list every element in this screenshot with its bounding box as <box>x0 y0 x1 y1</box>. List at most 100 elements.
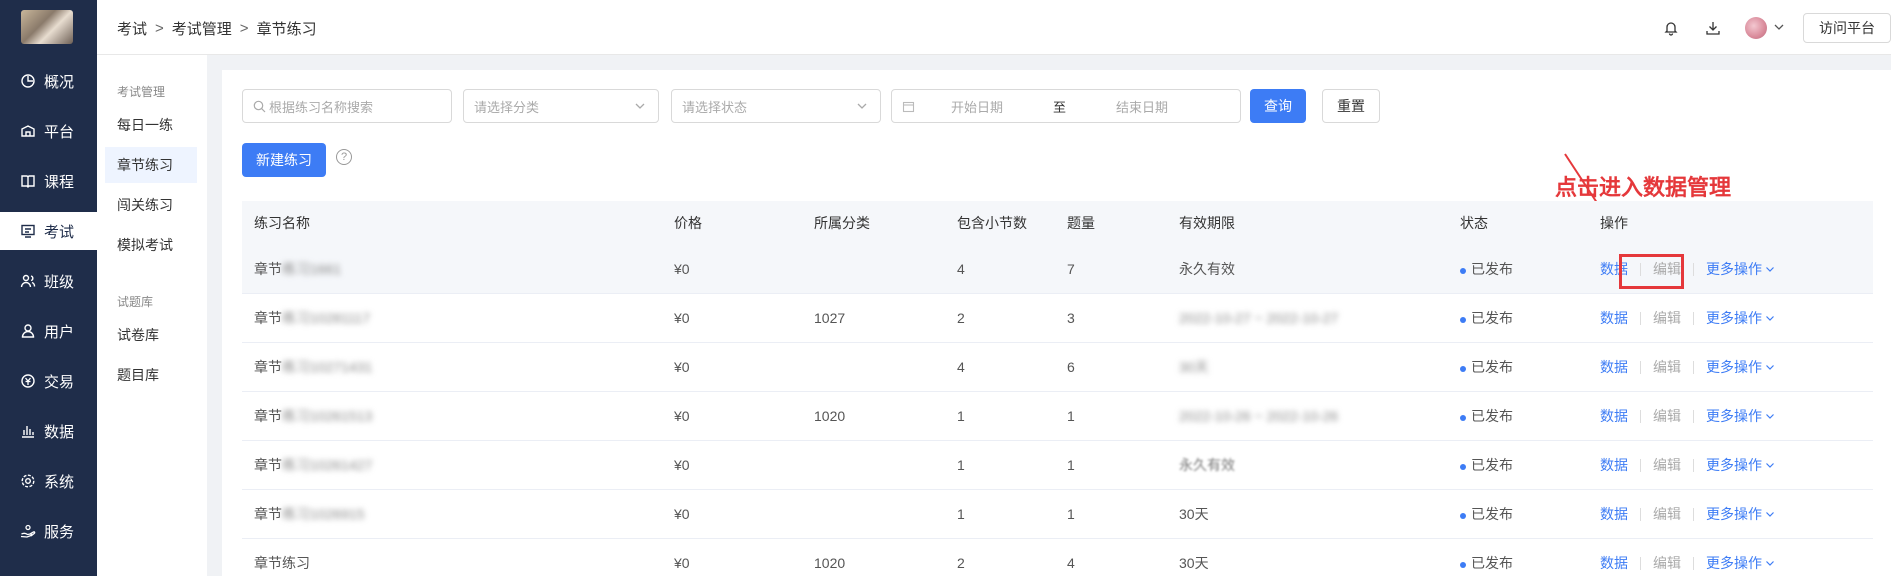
nav-item-label: 用户 <box>44 323 75 341</box>
price-cell: ¥0 <box>674 359 690 375</box>
more-actions-link[interactable]: 更多操作 <box>1706 406 1762 426</box>
practice-name-cell: 章节练习10281117 <box>254 308 370 328</box>
divider <box>1693 507 1694 521</box>
table-row[interactable]: 章节练习10261513 ¥0 1020 1 1 2022-10-26 ~ 2022-10… <box>242 392 1873 441</box>
sections-cell: 2 <box>957 310 965 326</box>
practice-name-blurred: 练习10281117 <box>282 310 371 326</box>
practice-name-cell: 章节练习1026915 <box>254 504 365 524</box>
table-row[interactable]: 章节练习10281117 ¥0 1027 2 3 2022-10-27 ~ 2022-10… <box>242 294 1873 343</box>
subnav-item-paper-bank[interactable]: 试卷库 <box>105 317 197 353</box>
column-header: 包含小节数 <box>957 215 1027 231</box>
nav-item-platform[interactable]: 平台 <box>0 112 97 150</box>
nav-item-service[interactable]: 服务 <box>0 512 97 550</box>
column-header: 所属分类 <box>814 215 870 231</box>
visit-platform-button[interactable]: 访问平台 <box>1803 12 1891 43</box>
more-actions-link[interactable]: 更多操作 <box>1706 504 1762 524</box>
table-row[interactable]: 章节练习1026915 ¥0 1 1 30天 已发布 数据 编辑 更多操作 <box>242 490 1873 539</box>
practice-name: 章节 <box>254 457 282 473</box>
status-badge: 已发布 <box>1460 455 1513 475</box>
row-actions: 数据 编辑 更多操作 <box>1600 455 1775 475</box>
divider <box>1640 311 1641 325</box>
nav-item-exam[interactable]: 考试 <box>0 212 97 250</box>
practice-name-blurred: 练习10261427 <box>282 457 373 473</box>
price-cell: ¥0 <box>674 506 690 522</box>
column-header: 有效期限 <box>1179 215 1235 231</box>
status-label: 已发布 <box>1471 359 1513 375</box>
data-link[interactable]: 数据 <box>1600 455 1628 475</box>
data-link[interactable]: 数据 <box>1600 406 1628 426</box>
bell-icon[interactable] <box>1661 18 1681 38</box>
question-count-cell: 1 <box>1067 457 1075 473</box>
edit-link[interactable]: 编辑 <box>1653 455 1681 475</box>
practice-name-blurred: 练习1661 <box>282 261 342 277</box>
chevron-right-icon: > <box>155 20 164 37</box>
nav-item-label: 班级 <box>44 273 75 291</box>
subnav-item-chapter[interactable]: 章节练习 <box>105 147 197 183</box>
practice-name: 章节 <box>254 261 282 277</box>
data-link[interactable]: 数据 <box>1600 357 1628 377</box>
more-actions-link[interactable]: 更多操作 <box>1706 553 1762 573</box>
breadcrumb-item[interactable]: 考试管理 <box>172 18 232 39</box>
validity-cell: 30天 <box>1179 359 1209 375</box>
practice-name: 章节 <box>254 408 282 424</box>
breadcrumb: 考试 > 考试管理 > 章节练习 <box>117 18 317 39</box>
subnav-item-mock[interactable]: 模拟考试 <box>105 227 197 263</box>
more-actions-link[interactable]: 更多操作 <box>1706 357 1762 377</box>
subnav-item-question-bank[interactable]: 题目库 <box>105 357 197 393</box>
nav-item-label: 平台 <box>44 123 75 141</box>
data-link[interactable]: 数据 <box>1600 553 1628 573</box>
sections-cell: 4 <box>957 261 965 277</box>
table-row[interactable]: 章节练习 ¥0 1020 2 4 30天 已发布 数据 编辑 更多操作 <box>242 539 1873 576</box>
chevron-down-icon <box>1765 310 1775 326</box>
subnav-group-title: 试题库 <box>117 295 154 309</box>
sections-cell: 1 <box>957 457 965 473</box>
divider <box>1640 507 1641 521</box>
data-link[interactable]: 数据 <box>1600 308 1628 328</box>
data-link[interactable]: 数据 <box>1600 504 1628 524</box>
more-actions-link[interactable]: 更多操作 <box>1706 455 1762 475</box>
practice-name: 章节 <box>254 310 282 326</box>
more-actions-link[interactable]: 更多操作 <box>1706 308 1762 328</box>
row-actions: 数据 编辑 更多操作 <box>1600 357 1775 377</box>
nav-item-transaction[interactable]: 交易 <box>0 362 97 400</box>
status-dot-icon <box>1460 415 1466 421</box>
nav-item-book[interactable]: 课程 <box>0 162 97 200</box>
sections-cell: 4 <box>957 359 965 375</box>
practice-name-cell: 章节练习 <box>254 553 310 573</box>
nav-item-chart[interactable]: 数据 <box>0 412 97 450</box>
edit-link[interactable]: 编辑 <box>1653 357 1681 377</box>
edit-link[interactable]: 编辑 <box>1653 504 1681 524</box>
column-header: 练习名称 <box>254 215 310 231</box>
more-actions-link[interactable]: 更多操作 <box>1706 259 1762 279</box>
table-row[interactable]: 章节练习10261427 ¥0 1 1 永久有效 已发布 数据 编辑 更多操作 <box>242 441 1873 490</box>
status-badge: 已发布 <box>1460 504 1513 524</box>
nav-item-class[interactable]: 班级 <box>0 262 97 300</box>
subnav-group-title: 考试管理 <box>117 85 166 99</box>
breadcrumb-item[interactable]: 考试 <box>117 18 147 39</box>
row-actions: 数据 编辑 更多操作 <box>1600 308 1775 328</box>
practice-name: 章节 <box>254 506 282 522</box>
download-icon[interactable] <box>1703 18 1723 38</box>
exam-icon <box>20 223 36 239</box>
practice-name: 章节 <box>254 359 282 375</box>
question-count-cell: 1 <box>1067 408 1075 424</box>
price-cell: ¥0 <box>674 310 690 326</box>
edit-link[interactable]: 编辑 <box>1653 553 1681 573</box>
table-row[interactable]: 章节练习10271431 ¥0 4 6 30天 已发布 数据 编辑 更多操作 <box>242 343 1873 392</box>
nav-item-dashboard[interactable]: 概况 <box>0 62 97 100</box>
status-badge: 已发布 <box>1460 357 1513 377</box>
practice-name-cell: 章节练习10261427 <box>254 455 372 475</box>
avatar[interactable] <box>1745 16 1767 39</box>
category-cell: 1020 <box>814 555 846 571</box>
subnav-item-daily[interactable]: 每日一练 <box>105 107 197 143</box>
chevron-down-icon[interactable] <box>1773 20 1785 36</box>
subnav-item-challenge[interactable]: 闯关练习 <box>105 187 197 223</box>
edit-link[interactable]: 编辑 <box>1653 406 1681 426</box>
status-label: 已发布 <box>1471 506 1513 522</box>
practice-name: 章节练习 <box>254 555 310 571</box>
edit-link[interactable]: 编辑 <box>1653 308 1681 328</box>
nav-item-user[interactable]: 用户 <box>0 312 97 350</box>
nav-item-gear[interactable]: 系统 <box>0 462 97 500</box>
status-label: 已发布 <box>1471 555 1513 571</box>
logo[interactable] <box>21 10 73 44</box>
